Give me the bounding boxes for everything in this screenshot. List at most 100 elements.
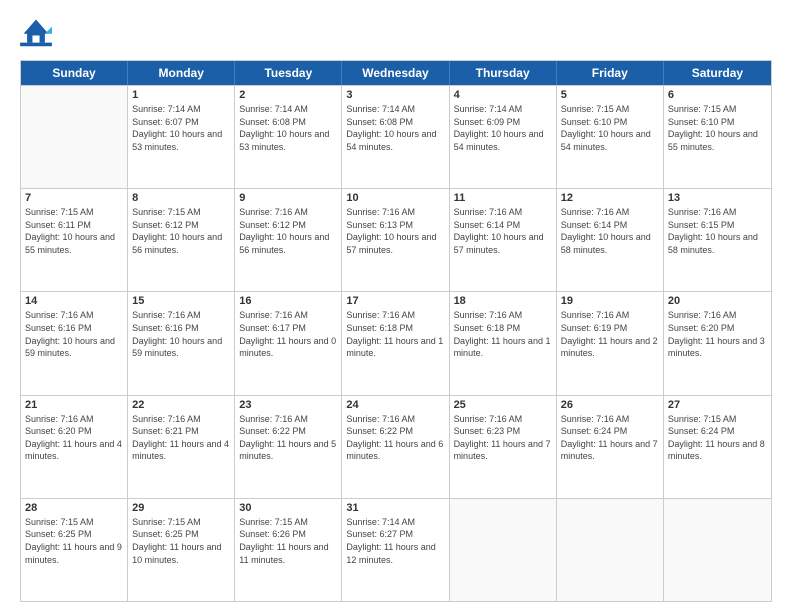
day-info: Sunrise: 7:16 AM Sunset: 6:16 PM Dayligh… (25, 309, 123, 359)
day-number: 8 (132, 192, 230, 204)
day-cell: 21 Sunrise: 7:16 AM Sunset: 6:20 PM Dayli… (21, 396, 128, 498)
day-info: Sunrise: 7:15 AM Sunset: 6:12 PM Dayligh… (132, 206, 230, 256)
day-info: Sunrise: 7:16 AM Sunset: 6:24 PM Dayligh… (561, 413, 659, 463)
day-number: 12 (561, 192, 659, 204)
day-cell: 11Sunrise: 7:16 AM Sunset: 6:14 PM Dayli… (450, 189, 557, 291)
day-number: 6 (668, 89, 767, 101)
calendar-body: 1 Sunrise: 7:14 AM Sunset: 6:07 PM Daylig… (21, 85, 771, 601)
day-number: 13 (668, 192, 767, 204)
calendar-row: 7Sunrise: 7:15 AM Sunset: 6:11 PM Daylig… (21, 188, 771, 291)
day-cell: 31 Sunrise: 7:14 AM Sunset: 6:27 PM Dayli… (342, 499, 449, 601)
day-cell: 29Sunrise: 7:15 AM Sunset: 6:25 PM Dayli… (128, 499, 235, 601)
day-info: Sunrise: 7:16 AM Sunset: 6:20 PM Dayligh… (668, 309, 767, 359)
day-number: 25 (454, 399, 552, 411)
day-cell: 5 Sunrise: 7:15 AM Sunset: 6:10 PM Daylig… (557, 86, 664, 188)
day-cell: 4 Sunrise: 7:14 AM Sunset: 6:09 PM Daylig… (450, 86, 557, 188)
day-number: 2 (239, 89, 337, 101)
day-info: Sunrise: 7:14 AM Sunset: 6:07 PM Dayligh… (132, 103, 230, 153)
day-number: 27 (668, 399, 767, 411)
day-number: 17 (346, 295, 444, 307)
day-number: 29 (132, 502, 230, 514)
day-number: 18 (454, 295, 552, 307)
day-cell: 8 Sunrise: 7:15 AM Sunset: 6:12 PM Daylig… (128, 189, 235, 291)
day-cell: 2 Sunrise: 7:14 AM Sunset: 6:08 PM Daylig… (235, 86, 342, 188)
day-cell: 26 Sunrise: 7:16 AM Sunset: 6:24 PM Dayli… (557, 396, 664, 498)
day-info: Sunrise: 7:14 AM Sunset: 6:08 PM Dayligh… (346, 103, 444, 153)
day-info: Sunrise: 7:16 AM Sunset: 6:18 PM Dayligh… (346, 309, 444, 359)
day-cell: 28 Sunrise: 7:15 AM Sunset: 6:25 PM Dayli… (21, 499, 128, 601)
day-info: Sunrise: 7:16 AM Sunset: 6:22 PM Dayligh… (346, 413, 444, 463)
calendar-row: 21 Sunrise: 7:16 AM Sunset: 6:20 PM Dayli… (21, 395, 771, 498)
day-info: Sunrise: 7:15 AM Sunset: 6:10 PM Dayligh… (561, 103, 659, 153)
day-number: 30 (239, 502, 337, 514)
weekday-header: Thursday (450, 61, 557, 85)
weekday-header: Wednesday (342, 61, 449, 85)
day-number: 23 (239, 399, 337, 411)
day-info: Sunrise: 7:16 AM Sunset: 6:22 PM Dayligh… (239, 413, 337, 463)
weekday-header: Saturday (664, 61, 771, 85)
empty-cell (557, 499, 664, 601)
logo-icon (20, 16, 52, 48)
day-number: 31 (346, 502, 444, 514)
day-info: Sunrise: 7:16 AM Sunset: 6:12 PM Dayligh… (239, 206, 337, 256)
weekday-header: Tuesday (235, 61, 342, 85)
empty-cell (21, 86, 128, 188)
weekday-header: Sunday (21, 61, 128, 85)
calendar: SundayMondayTuesdayWednesdayThursdayFrid… (20, 60, 772, 602)
day-cell: 7Sunrise: 7:15 AM Sunset: 6:11 PM Daylig… (21, 189, 128, 291)
calendar-page: SundayMondayTuesdayWednesdayThursdayFrid… (0, 0, 792, 612)
day-cell: 20 Sunrise: 7:16 AM Sunset: 6:20 PM Dayli… (664, 292, 771, 394)
day-cell: 22 Sunrise: 7:16 AM Sunset: 6:21 PM Dayli… (128, 396, 235, 498)
day-number: 9 (239, 192, 337, 204)
day-info: Sunrise: 7:16 AM Sunset: 6:19 PM Dayligh… (561, 309, 659, 359)
day-info: Sunrise: 7:16 AM Sunset: 6:14 PM Dayligh… (561, 206, 659, 256)
day-number: 5 (561, 89, 659, 101)
header (20, 16, 772, 48)
day-cell: 14 Sunrise: 7:16 AM Sunset: 6:16 PM Dayli… (21, 292, 128, 394)
day-cell: 18 Sunrise: 7:16 AM Sunset: 6:18 PM Dayli… (450, 292, 557, 394)
weekday-header: Friday (557, 61, 664, 85)
day-info: Sunrise: 7:14 AM Sunset: 6:09 PM Dayligh… (454, 103, 552, 153)
day-cell: 9 Sunrise: 7:16 AM Sunset: 6:12 PM Daylig… (235, 189, 342, 291)
day-number: 19 (561, 295, 659, 307)
day-info: Sunrise: 7:16 AM Sunset: 6:14 PM Dayligh… (454, 206, 552, 256)
calendar-row: 1 Sunrise: 7:14 AM Sunset: 6:07 PM Daylig… (21, 85, 771, 188)
day-info: Sunrise: 7:16 AM Sunset: 6:21 PM Dayligh… (132, 413, 230, 463)
day-cell: 16Sunrise: 7:16 AM Sunset: 6:17 PM Dayli… (235, 292, 342, 394)
logo (20, 16, 56, 48)
day-number: 4 (454, 89, 552, 101)
day-info: Sunrise: 7:14 AM Sunset: 6:08 PM Dayligh… (239, 103, 337, 153)
day-cell: 15Sunrise: 7:16 AM Sunset: 6:16 PM Dayli… (128, 292, 235, 394)
day-number: 28 (25, 502, 123, 514)
day-number: 1 (132, 89, 230, 101)
day-cell: 13 Sunrise: 7:16 AM Sunset: 6:15 PM Dayli… (664, 189, 771, 291)
day-cell: 23 Sunrise: 7:16 AM Sunset: 6:22 PM Dayli… (235, 396, 342, 498)
calendar-header: SundayMondayTuesdayWednesdayThursdayFrid… (21, 61, 771, 85)
day-info: Sunrise: 7:15 AM Sunset: 6:11 PM Dayligh… (25, 206, 123, 256)
day-cell: 1 Sunrise: 7:14 AM Sunset: 6:07 PM Daylig… (128, 86, 235, 188)
day-info: Sunrise: 7:16 AM Sunset: 6:16 PM Dayligh… (132, 309, 230, 359)
calendar-row: 28 Sunrise: 7:15 AM Sunset: 6:25 PM Dayli… (21, 498, 771, 601)
day-cell: 17 Sunrise: 7:16 AM Sunset: 6:18 PM Dayli… (342, 292, 449, 394)
day-info: Sunrise: 7:16 AM Sunset: 6:13 PM Dayligh… (346, 206, 444, 256)
weekday-header: Monday (128, 61, 235, 85)
day-number: 21 (25, 399, 123, 411)
day-info: Sunrise: 7:16 AM Sunset: 6:23 PM Dayligh… (454, 413, 552, 463)
day-info: Sunrise: 7:14 AM Sunset: 6:27 PM Dayligh… (346, 516, 444, 566)
day-info: Sunrise: 7:15 AM Sunset: 6:25 PM Dayligh… (25, 516, 123, 566)
day-info: Sunrise: 7:16 AM Sunset: 6:20 PM Dayligh… (25, 413, 123, 463)
day-cell: 12 Sunrise: 7:16 AM Sunset: 6:14 PM Dayli… (557, 189, 664, 291)
day-number: 20 (668, 295, 767, 307)
day-number: 22 (132, 399, 230, 411)
day-info: Sunrise: 7:16 AM Sunset: 6:18 PM Dayligh… (454, 309, 552, 359)
day-cell: 19 Sunrise: 7:16 AM Sunset: 6:19 PM Dayli… (557, 292, 664, 394)
day-cell: 24Sunrise: 7:16 AM Sunset: 6:22 PM Dayli… (342, 396, 449, 498)
day-number: 26 (561, 399, 659, 411)
day-number: 16 (239, 295, 337, 307)
day-info: Sunrise: 7:16 AM Sunset: 6:15 PM Dayligh… (668, 206, 767, 256)
day-info: Sunrise: 7:15 AM Sunset: 6:24 PM Dayligh… (668, 413, 767, 463)
day-cell: 6Sunrise: 7:15 AM Sunset: 6:10 PM Daylig… (664, 86, 771, 188)
day-info: Sunrise: 7:15 AM Sunset: 6:26 PM Dayligh… (239, 516, 337, 566)
calendar-row: 14 Sunrise: 7:16 AM Sunset: 6:16 PM Dayli… (21, 291, 771, 394)
day-number: 14 (25, 295, 123, 307)
